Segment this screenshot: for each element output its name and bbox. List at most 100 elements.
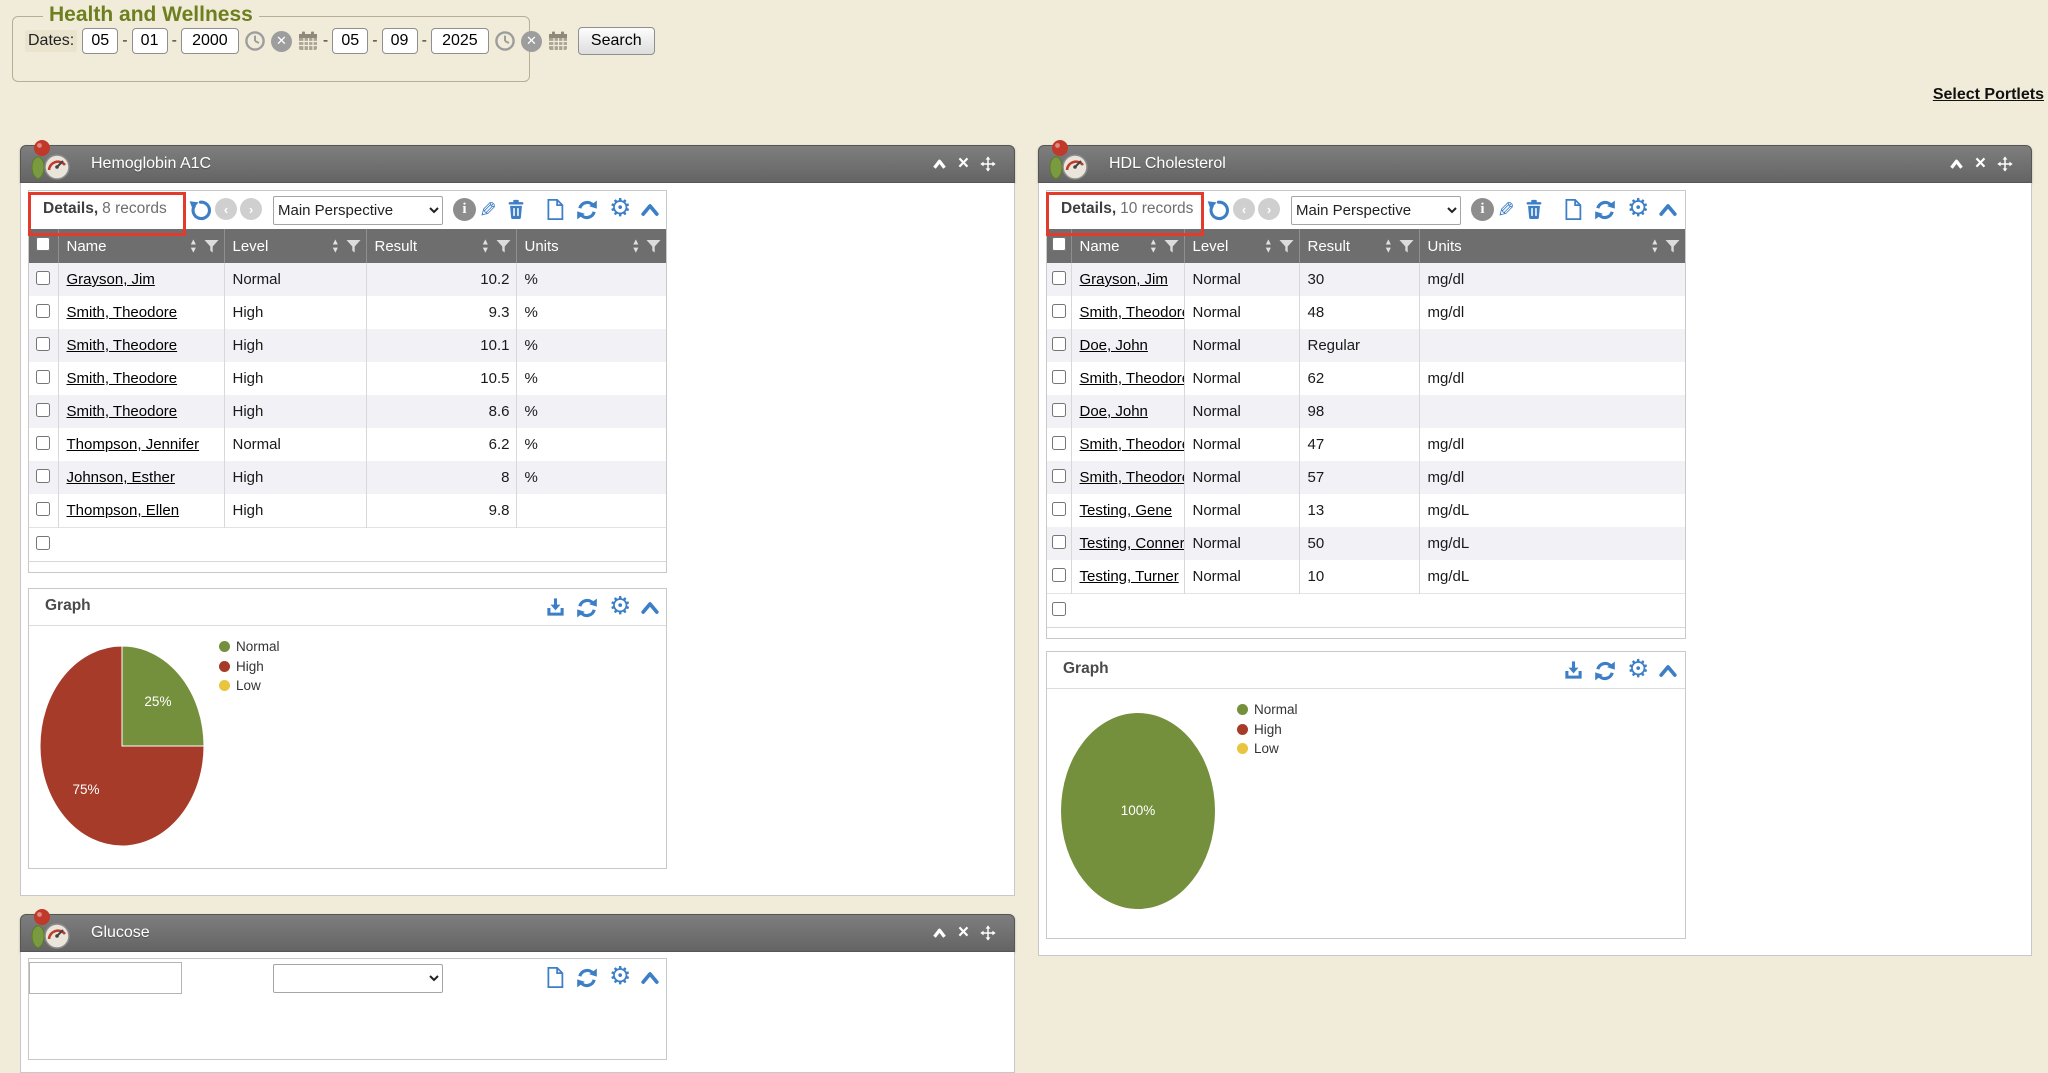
collapse-chevron-icon[interactable] [639,200,661,220]
patient-name-link[interactable]: Smith, Theodore [1080,370,1185,387]
move-icon[interactable] [980,156,996,172]
row-checkbox[interactable] [1052,370,1066,384]
row-checkbox[interactable] [1052,568,1066,582]
collapse-chevron-icon[interactable] [639,598,661,618]
row-checkbox[interactable] [36,403,50,417]
delete-trash-icon[interactable] [505,198,527,221]
sort-icon[interactable]: ▲▼ [1384,239,1392,254]
collapse-chevron-icon[interactable] [1657,200,1679,220]
perspective-select[interactable] [273,964,443,993]
refresh-icon[interactable] [575,596,599,620]
collapse-chevron-icon[interactable] [1657,661,1679,681]
filter-funnel-icon[interactable] [204,239,219,253]
row-checkbox[interactable] [36,536,50,550]
clear-date-icon[interactable]: ✕ [271,31,292,52]
collapse-chevron-icon[interactable] [932,158,947,171]
row-checkbox[interactable] [1052,271,1066,285]
from-day-field[interactable] [132,28,168,54]
undo-icon[interactable] [188,198,212,222]
next-icon[interactable]: › [240,198,262,220]
sort-icon[interactable]: ▲▼ [331,239,339,254]
edit-pencil-icon[interactable]: ✎ [479,200,497,221]
row-checkbox[interactable] [1052,337,1066,351]
to-day-field[interactable] [382,28,418,54]
clock-icon[interactable] [244,30,266,52]
to-month-field[interactable] [332,28,368,54]
settings-gear-icon[interactable]: ⚙ [609,594,631,619]
patient-name-link[interactable]: Johnson, Esther [67,469,175,486]
move-icon[interactable] [980,925,996,941]
close-icon[interactable]: × [958,153,969,175]
select-all-checkbox[interactable] [36,237,50,251]
patient-name-link[interactable]: Smith, Theodore [67,403,178,420]
refresh-icon[interactable] [1593,198,1617,222]
collapse-chevron-icon[interactable] [639,968,661,988]
patient-name-link[interactable]: Thompson, Jennifer [67,436,200,453]
calendar-icon[interactable] [297,30,319,52]
clock-icon[interactable] [494,30,516,52]
prev-icon[interactable]: ‹ [1233,198,1255,220]
settings-gear-icon[interactable]: ⚙ [1627,196,1649,221]
settings-gear-icon[interactable]: ⚙ [609,964,631,989]
search-button[interactable]: Search [578,27,655,55]
sort-icon[interactable]: ▲▼ [481,239,489,254]
info-icon[interactable]: i [453,198,476,221]
collapse-chevron-icon[interactable] [932,927,947,940]
info-icon[interactable]: i [1471,198,1494,221]
row-checkbox[interactable] [36,370,50,384]
close-icon[interactable]: × [1975,153,1986,175]
patient-name-link[interactable]: Smith, Theodore [1080,469,1185,486]
collapse-chevron-icon[interactable] [1949,158,1964,171]
clear-date-icon[interactable]: ✕ [521,31,542,52]
filter-funnel-icon[interactable] [1399,239,1414,253]
patient-name-link[interactable]: Smith, Theodore [1080,436,1185,453]
to-year-field[interactable] [431,28,489,54]
undo-icon[interactable] [1206,198,1230,222]
patient-name-link[interactable]: Grayson, Jim [67,271,155,288]
patient-name-link[interactable]: Smith, Theodore [67,304,178,321]
patient-name-link[interactable]: Testing, Conner [1080,535,1185,552]
perspective-select[interactable]: Main Perspective [273,196,443,225]
filter-funnel-icon[interactable] [1164,239,1179,253]
new-file-icon[interactable] [1562,198,1583,221]
sort-icon[interactable]: ▲▼ [1264,239,1272,254]
prev-icon[interactable]: ‹ [215,198,237,220]
edit-pencil-icon[interactable]: ✎ [1497,200,1515,221]
row-checkbox[interactable] [36,271,50,285]
filter-funnel-icon[interactable] [646,239,661,253]
move-icon[interactable] [1997,156,2013,172]
filter-funnel-icon[interactable] [496,239,511,253]
filter-funnel-icon[interactable] [1665,239,1680,253]
patient-name-link[interactable]: Doe, John [1080,403,1148,420]
settings-gear-icon[interactable]: ⚙ [609,196,631,221]
download-icon[interactable] [544,596,567,619]
row-checkbox[interactable] [1052,469,1066,483]
select-portlets-link[interactable]: Select Portlets [1933,86,2044,104]
delete-trash-icon[interactable] [1523,198,1545,221]
calendar-icon[interactable] [547,30,569,52]
patient-name-link[interactable]: Thompson, Ellen [67,502,180,519]
new-file-icon[interactable] [544,198,565,221]
from-year-field[interactable] [181,28,239,54]
patient-name-link[interactable]: Smith, Theodore [67,337,178,354]
portlet-header[interactable]: Glucose × [20,914,1015,952]
settings-gear-icon[interactable]: ⚙ [1627,657,1649,682]
portlet-header[interactable]: HDL Cholesterol × [1038,145,2032,183]
from-month-field[interactable] [82,28,118,54]
row-checkbox[interactable] [1052,436,1066,450]
row-checkbox[interactable] [1052,403,1066,417]
download-icon[interactable] [1562,659,1585,682]
sort-icon[interactable]: ▲▼ [1149,239,1157,254]
patient-name-link[interactable]: Doe, John [1080,337,1148,354]
row-checkbox[interactable] [36,469,50,483]
row-checkbox[interactable] [36,502,50,516]
sort-icon[interactable]: ▲▼ [189,239,197,254]
filter-funnel-icon[interactable] [346,239,361,253]
close-icon[interactable]: × [958,922,969,944]
row-checkbox[interactable] [36,436,50,450]
next-icon[interactable]: › [1258,198,1280,220]
row-checkbox[interactable] [1052,502,1066,516]
refresh-icon[interactable] [575,966,599,990]
filter-funnel-icon[interactable] [1279,239,1294,253]
patient-name-link[interactable]: Grayson, Jim [1080,271,1168,288]
